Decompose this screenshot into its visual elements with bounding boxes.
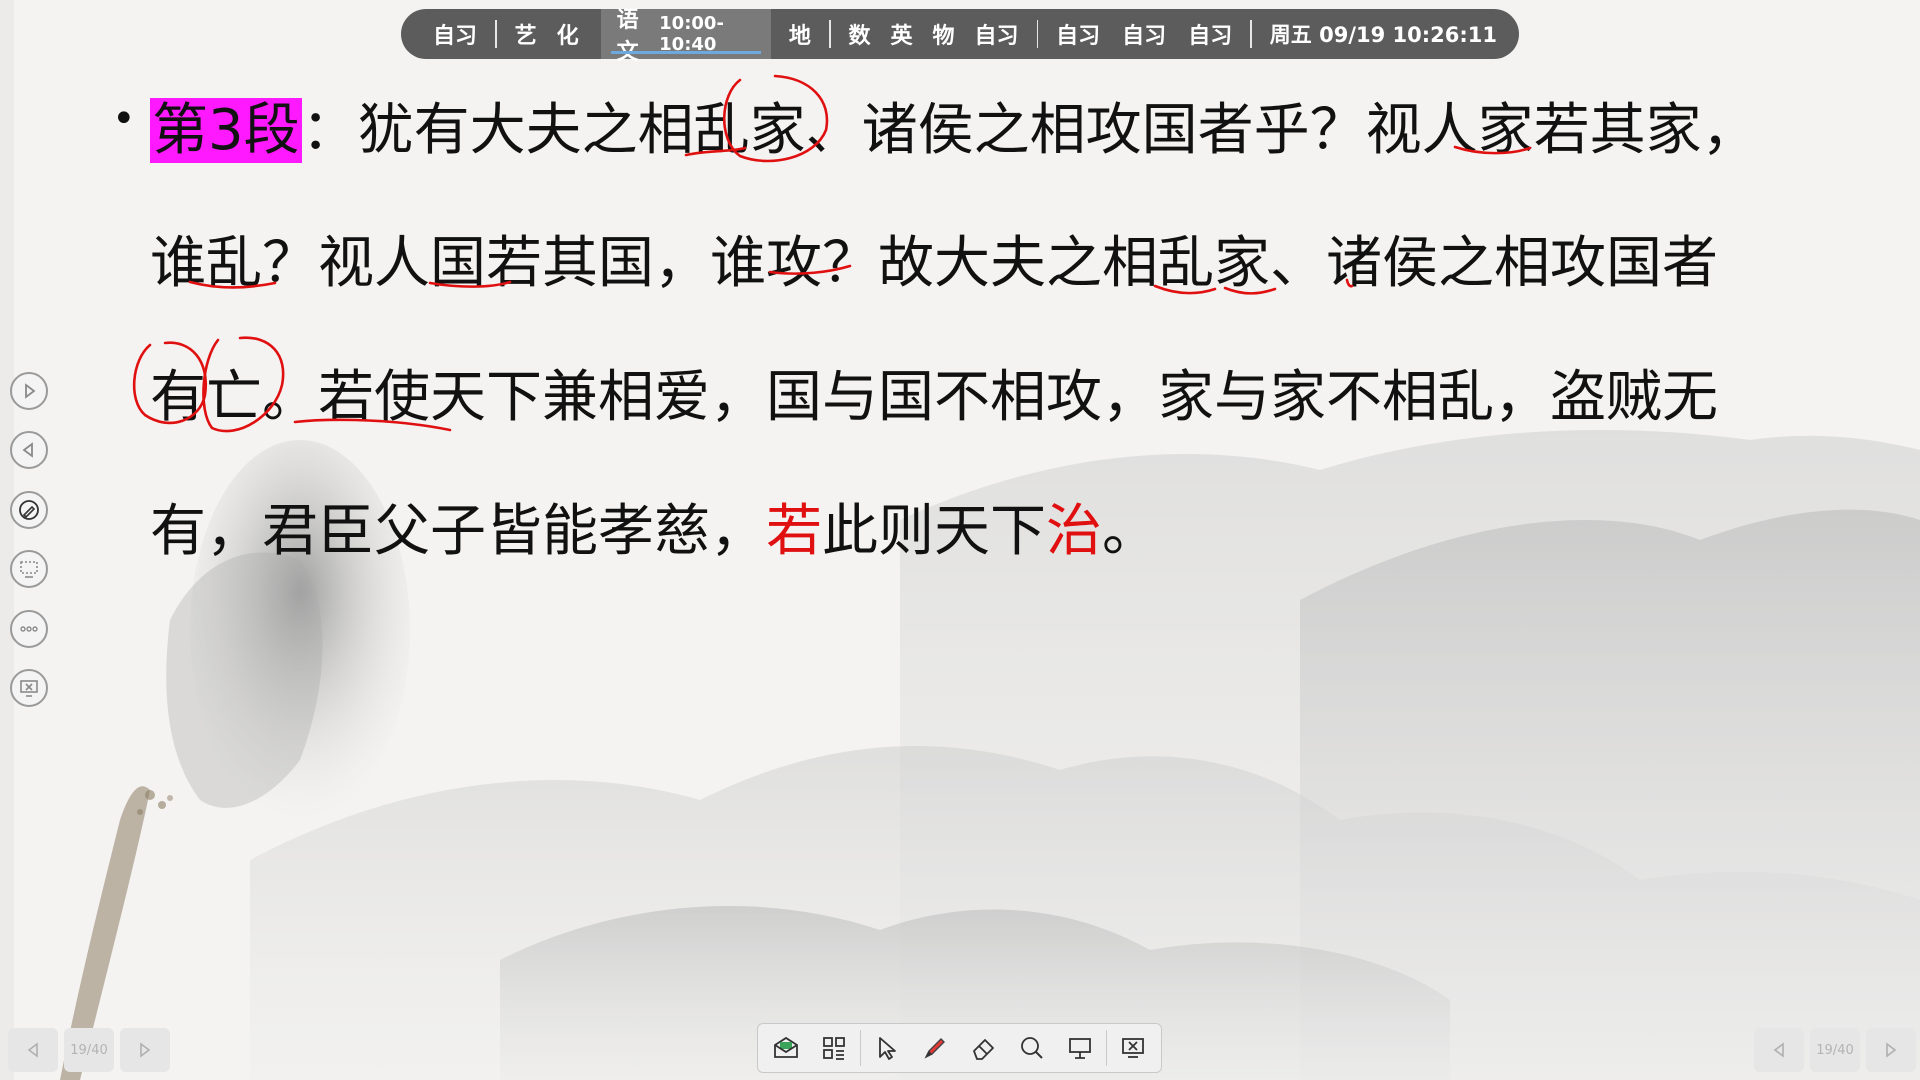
search-icon [1020,1037,1043,1059]
triangle-left-icon [27,1042,38,1058]
bottom-left-pager: 19/40 [8,1028,170,1072]
whiteboard-button[interactable] [762,1025,810,1071]
schedule-item: 数 [848,24,871,49]
schedule-divider [1036,20,1039,48]
schedule-group-5: 自习 自习 自习 [1056,18,1232,50]
schedule-item: 物 [932,24,955,49]
schedule-group-1: 自习 [433,18,477,50]
current-class-time: 10:00-10:40 [659,13,724,55]
previous-page-side-button[interactable] [10,431,48,469]
apps-grid-icon [823,1037,846,1060]
current-class-subject: 语文 [616,8,639,65]
screenshot-icon [20,561,38,578]
schedule-item: 艺 [514,24,537,49]
schedule-item: 自习 [433,24,478,49]
schedule-divider [828,20,831,48]
left-edge-strip [0,0,14,1080]
previous-page-button[interactable] [8,1028,58,1072]
previous-page-button[interactable] [1754,1028,1804,1072]
pen-icon [19,500,39,520]
schedule-item: 自习 [1056,24,1101,49]
whiteboard-icon [774,1036,798,1058]
eraser-icon [972,1039,994,1060]
class-schedule-bar: 自习 艺 化 语文 10:00-10:40 地 数 英 物 自习 自习 自习 自… [401,8,1519,65]
schedule-group-2: 艺 化 [515,18,579,50]
triangle-right-icon [140,1042,151,1058]
text-line-4: 有，君臣父子皆能孝慈，若此则天下治。 [150,486,1158,567]
schedule-divider [495,20,497,48]
exit-presentation-icon [20,680,38,697]
line-4-text-b: 此则天下 [822,499,1046,564]
toolbar-divider [860,1030,862,1066]
red-word-ruo: 若 [766,499,822,564]
more-dots-icon [20,626,38,632]
next-page-side-button[interactable] [10,372,48,410]
next-page-button[interactable] [120,1028,170,1072]
pen-button[interactable] [911,1025,959,1071]
screenshot-side-button[interactable] [10,550,48,588]
triangle-left-icon [1773,1042,1784,1058]
toolbar-divider [1105,1030,1107,1066]
text-line-1: 第3段：犹有大夫之相乱家、诸侯之相攻国者乎？视人家若其家， [150,85,1758,166]
presentation-button[interactable] [1056,1025,1104,1071]
text-line-2: 谁乱？视人国若其国，谁攻？故大夫之相乱家、诸侯之相攻国者 [150,218,1718,299]
page-indicator[interactable]: 19/40 [1810,1028,1860,1072]
play-left-icon [22,442,33,458]
bullet-point: • [112,96,136,142]
bottom-right-pager: 19/40 [1754,1028,1916,1072]
red-word-zhi: 治 [1046,499,1102,564]
current-class: 语文 10:00-10:40 [600,8,771,65]
schedule-item: 自习 [974,24,1019,49]
line-2-text: 谁乱？视人国若其国，谁攻？故大夫之相乱家、诸侯之相攻国者 [150,231,1718,296]
more-options-side-button[interactable] [10,610,48,648]
schedule-item: 化 [556,24,579,49]
line-3-text: 有亡。若使天下兼相爱，国与国不相攻，家与家不相乱，盗贼无 [150,365,1718,430]
line-1-text: ：犹有大夫之相乱家、诸侯之相攻国者乎？视人家若其家， [301,98,1758,163]
presentation-icon [1068,1038,1091,1059]
schedule-item: 英 [890,24,913,49]
eraser-button[interactable] [960,1025,1008,1071]
select-cursor-icon [879,1037,897,1060]
schedule-item: 地 [788,24,811,49]
presentation-toolbar [757,1023,1162,1073]
play-right-icon [25,383,36,399]
search-button[interactable] [1008,1025,1056,1071]
date-time-clock: 周五 09/19 10:26:11 [1269,23,1498,47]
exit-presentation-button[interactable] [1109,1025,1157,1071]
schedule-item: 自习 [1122,24,1167,49]
page-indicator[interactable]: 19/40 [64,1028,114,1072]
exit-side-button[interactable] [10,669,48,707]
pen-icon [924,1038,946,1059]
line-4-text-a: 有，君臣父子皆能孝慈， [150,499,766,564]
schedule-item: 自习 [1188,24,1233,49]
pen-side-button[interactable] [10,491,48,529]
select-button[interactable] [863,1025,911,1071]
exit-presentation-icon [1122,1038,1144,1058]
schedule-divider [1250,20,1252,48]
paragraph-label-highlight: 第3段 [150,98,302,163]
apps-button[interactable] [810,1025,858,1071]
line-4-text-c: 。 [1102,499,1158,564]
next-page-button[interactable] [1866,1028,1916,1072]
text-line-3: 有亡。若使天下兼相爱，国与国不相攻，家与家不相乱，盗贼无 [150,352,1718,433]
schedule-group-4: 数 英 物 自习 [849,18,1019,50]
schedule-group-3: 地 [789,18,811,50]
triangle-right-icon [1886,1042,1897,1058]
